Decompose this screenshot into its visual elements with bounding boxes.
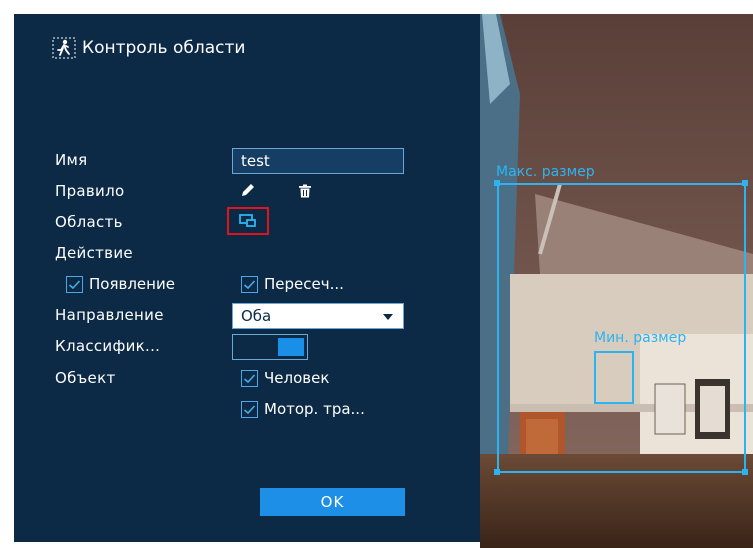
name-input[interactable]: test <box>232 148 404 174</box>
object-vehicle-label: Мотор. тра... <box>264 400 365 418</box>
object-human-label: Человек <box>264 369 330 387</box>
max-size-label: Макс. размер <box>496 164 595 180</box>
direction-select[interactable]: Оба <box>232 303 404 329</box>
min-size-label: Мин. размер <box>594 330 687 346</box>
action-appear-checkbox-row[interactable]: Появление <box>66 275 175 293</box>
max-box-handle[interactable] <box>494 180 500 186</box>
direction-label: Направление <box>55 306 164 324</box>
pencil-icon <box>242 184 254 196</box>
object-human-checkbox-row[interactable]: Человек <box>241 369 329 387</box>
action-appear-checkbox[interactable] <box>66 275 83 293</box>
min-size-box[interactable] <box>594 351 634 404</box>
ok-button[interactable]: OK <box>260 488 405 516</box>
object-human-checkbox[interactable] <box>241 369 258 387</box>
region-draw-icon <box>239 214 256 227</box>
checkmark-icon <box>243 404 256 414</box>
classify-label: Классифик... <box>55 337 161 355</box>
toggle-knob <box>278 338 304 356</box>
direction-value: Оба <box>241 307 272 325</box>
action-cross-label: Пересеч... <box>264 275 344 293</box>
chevron-down-icon <box>383 314 393 320</box>
checkmark-icon <box>68 279 81 289</box>
checkmark-icon <box>243 373 256 383</box>
checkmark-icon <box>243 279 256 289</box>
panel-header: Контроль области <box>52 36 245 60</box>
name-label: Имя <box>55 151 88 169</box>
person-running-icon <box>52 37 76 59</box>
max-box-handle[interactable] <box>742 469 748 475</box>
rule-label: Правило <box>55 182 125 200</box>
action-label: Действие <box>55 244 133 262</box>
region-label: Область <box>55 213 123 231</box>
delete-rule-button[interactable] <box>295 181 315 201</box>
max-box-handle[interactable] <box>494 469 500 475</box>
classify-toggle[interactable] <box>232 334 308 360</box>
edit-rule-button[interactable] <box>238 180 258 200</box>
max-box-handle[interactable] <box>742 180 748 186</box>
page-title: Контроль области <box>82 38 246 58</box>
draw-region-button[interactable] <box>227 207 269 235</box>
action-cross-checkbox-row[interactable]: Пересеч... <box>241 275 344 293</box>
max-size-box[interactable] <box>497 183 746 473</box>
trash-icon <box>299 184 311 198</box>
action-appear-label: Появление <box>89 275 175 293</box>
object-vehicle-checkbox[interactable] <box>241 400 258 418</box>
object-vehicle-checkbox-row[interactable]: Мотор. тра... <box>241 400 365 418</box>
object-label: Объект <box>55 369 116 387</box>
action-cross-checkbox[interactable] <box>241 275 258 293</box>
